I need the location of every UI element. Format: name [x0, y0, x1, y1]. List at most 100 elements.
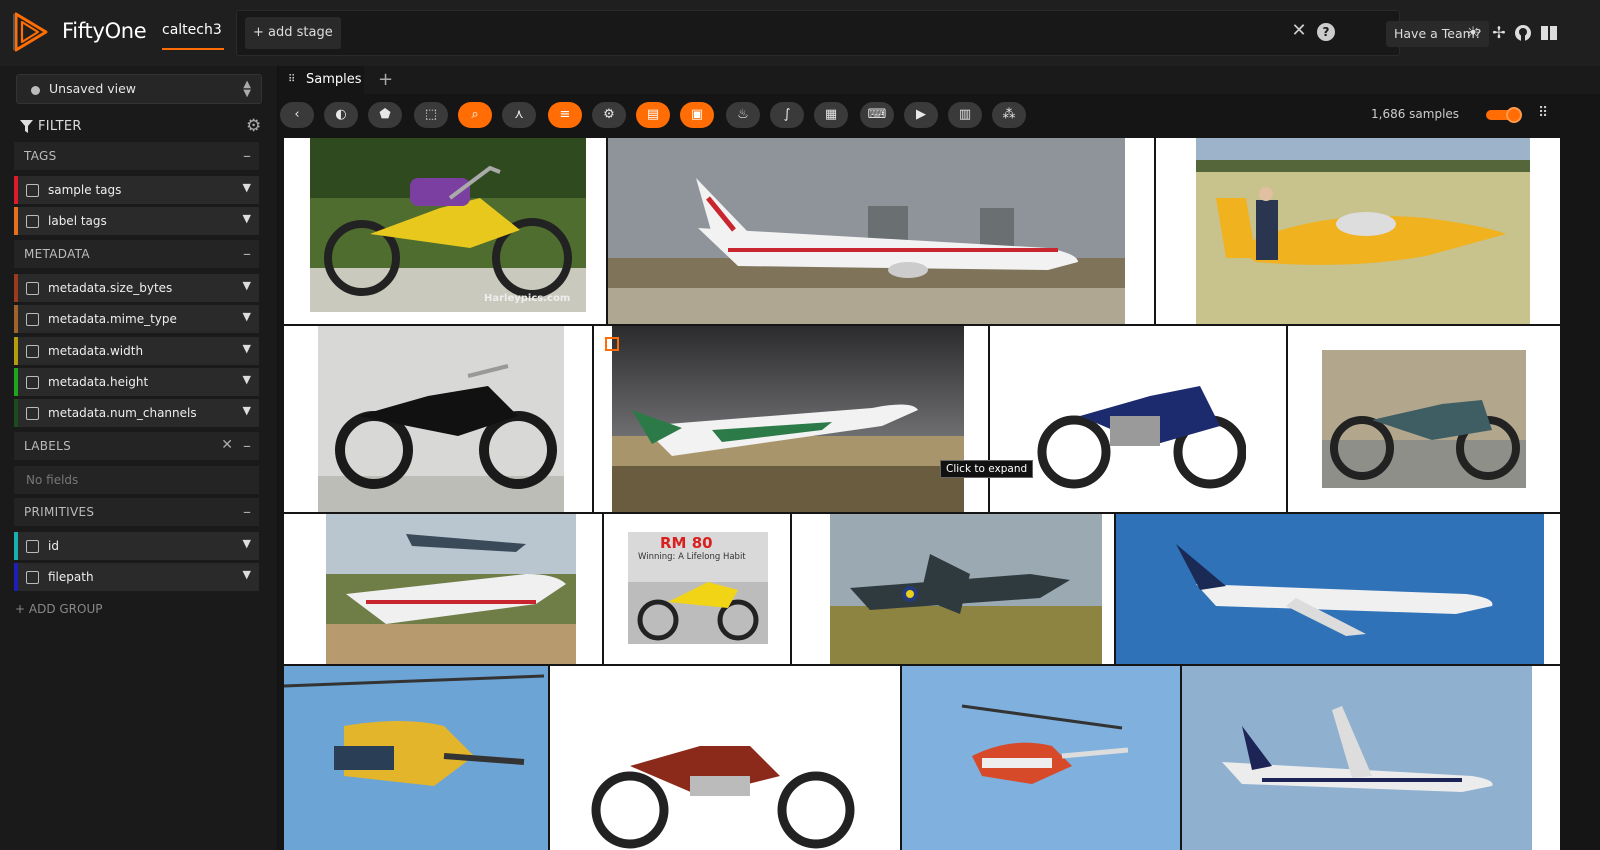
- checkbox[interactable]: [26, 376, 39, 389]
- sample-tile[interactable]: [1156, 138, 1560, 324]
- sample-tile[interactable]: [1288, 326, 1560, 512]
- brand-name: FiftyOne: [62, 19, 147, 43]
- dataset-selector[interactable]: caltech3: [162, 22, 222, 38]
- scatter-icon[interactable]: ⁂: [992, 102, 1026, 128]
- grid-zoom-toggle[interactable]: [1486, 107, 1522, 123]
- table-icon[interactable]: ▦: [814, 102, 848, 128]
- sample-tile[interactable]: [608, 138, 1154, 324]
- collapse-icon[interactable]: –: [243, 436, 251, 455]
- sample-tile[interactable]: [594, 326, 988, 512]
- collapse-icon[interactable]: –: [243, 244, 251, 263]
- image-sort-icon[interactable]: ▤: [636, 102, 670, 128]
- group-labels[interactable]: LABELS ✕ –: [14, 432, 259, 460]
- field-id[interactable]: id ▼: [14, 532, 259, 560]
- checkbox[interactable]: [26, 540, 39, 553]
- close-icon[interactable]: ✕: [1289, 21, 1309, 41]
- color-strip: [14, 305, 18, 333]
- helicopter-image: [284, 666, 548, 850]
- video-icon[interactable]: ▶: [904, 102, 938, 128]
- field-filepath[interactable]: filepath ▼: [14, 563, 259, 591]
- tag-icon[interactable]: ⬟: [368, 102, 402, 128]
- chevron-down-icon[interactable]: ▼: [243, 310, 251, 323]
- color-strip: [14, 207, 18, 235]
- color-palette-icon[interactable]: ◐: [324, 102, 358, 128]
- chevron-down-icon[interactable]: ▼: [243, 181, 251, 194]
- group-metadata[interactable]: METADATA –: [14, 240, 259, 268]
- field-metadata-num-channels[interactable]: metadata.num_channels ▼: [14, 399, 259, 427]
- group-label: TAGS: [24, 149, 57, 163]
- curve-icon[interactable]: ∫: [770, 102, 804, 128]
- slack-icon[interactable]: ✢: [1490, 24, 1508, 42]
- sample-tile[interactable]: RM 80 Winning: A Lifelong Habit: [604, 514, 790, 664]
- back-chevron-icon[interactable]: ‹: [280, 102, 314, 128]
- sample-tile[interactable]: [902, 666, 1180, 850]
- checkbox[interactable]: [26, 313, 39, 326]
- field-label: metadata.height: [48, 375, 149, 389]
- settings-gear-icon[interactable]: ⚙: [592, 102, 626, 128]
- chevron-down-icon[interactable]: ▼: [243, 568, 251, 581]
- add-tab-icon[interactable]: +: [378, 69, 393, 90]
- group-label: METADATA: [24, 247, 90, 261]
- checkbox[interactable]: [26, 407, 39, 420]
- fiftyone-logo-icon[interactable]: [12, 12, 50, 52]
- field-metadata-mime-type[interactable]: metadata.mime_type ▼: [14, 305, 259, 333]
- chevron-down-icon[interactable]: ▼: [243, 373, 251, 386]
- checkbox[interactable]: [26, 215, 39, 228]
- field-metadata-size-bytes[interactable]: metadata.size_bytes ▼: [14, 274, 259, 302]
- field-label: sample tags: [48, 183, 122, 197]
- sample-tile[interactable]: [990, 326, 1286, 512]
- checkbox[interactable]: [26, 184, 39, 197]
- view-bar[interactable]: + add stage ✕ ?: [236, 10, 1400, 56]
- sample-tile[interactable]: Harleypics.com: [284, 138, 606, 324]
- sport-motorcycle-image: [1030, 346, 1246, 496]
- field-metadata-height[interactable]: metadata.height ▼: [14, 368, 259, 396]
- sample-tile[interactable]: [284, 514, 602, 664]
- warbird-image: [830, 514, 1102, 664]
- merge-icon[interactable]: ⋏: [502, 102, 536, 128]
- collapse-icon[interactable]: –: [243, 146, 251, 165]
- toggle-knob[interactable]: [1506, 107, 1522, 123]
- field-metadata-width[interactable]: metadata.width ▼: [14, 337, 259, 365]
- checkbox[interactable]: [26, 345, 39, 358]
- sample-tile[interactable]: [550, 666, 900, 850]
- search-icon[interactable]: ⌕: [458, 102, 492, 128]
- github-icon[interactable]: [1514, 24, 1532, 42]
- group-tags[interactable]: TAGS –: [14, 142, 259, 170]
- checkbox[interactable]: [26, 571, 39, 584]
- sun-icon[interactable]: ☀: [1464, 24, 1482, 42]
- brain-icon[interactable]: ♨: [726, 102, 760, 128]
- select-icon[interactable]: ⬚: [414, 102, 448, 128]
- jumbo-jet-image: [612, 326, 964, 512]
- no-fields-text: No fields: [26, 473, 79, 487]
- tab-samples[interactable]: ⠿ Samples: [278, 66, 364, 94]
- chevron-down-icon[interactable]: ▼: [243, 342, 251, 355]
- saved-view-selector[interactable]: Unsaved view ▲ ▼: [16, 74, 262, 104]
- docs-icon[interactable]: [1540, 24, 1558, 42]
- help-icon[interactable]: ?: [1317, 23, 1335, 41]
- collapse-icon[interactable]: –: [243, 502, 251, 521]
- chevron-down-icon[interactable]: ▼: [243, 537, 251, 550]
- add-stage-button[interactable]: + add stage: [245, 17, 341, 49]
- motorcycle-image: [310, 138, 586, 312]
- sample-tile[interactable]: [284, 666, 548, 850]
- grid-view-icon[interactable]: ⠿: [1538, 105, 1548, 121]
- checkbox[interactable]: [26, 282, 39, 295]
- chevron-down-icon[interactable]: ▼: [243, 212, 251, 225]
- chevron-down-icon[interactable]: ▼: [243, 279, 251, 292]
- sample-tile[interactable]: [1116, 514, 1560, 664]
- close-icon[interactable]: ✕: [221, 437, 233, 453]
- image-search-icon[interactable]: ▣: [680, 102, 714, 128]
- group-primitives[interactable]: PRIMITIVES –: [14, 498, 259, 526]
- sample-tile[interactable]: [284, 326, 592, 512]
- sample-tile[interactable]: [1182, 666, 1560, 850]
- keyboard-icon[interactable]: ⌨: [860, 102, 894, 128]
- sample-tile[interactable]: [792, 514, 1114, 664]
- add-group-button[interactable]: + ADD GROUP: [15, 602, 102, 616]
- bar-chart-icon[interactable]: ▥: [948, 102, 982, 128]
- field-label-tags[interactable]: label tags ▼: [14, 207, 259, 235]
- chevron-down-icon[interactable]: ▼: [243, 404, 251, 417]
- settings-gear-icon[interactable]: ⚙: [246, 116, 261, 136]
- list-icon[interactable]: ≡: [548, 102, 582, 128]
- field-sample-tags[interactable]: sample tags ▼: [14, 176, 259, 204]
- select-checkbox[interactable]: [605, 337, 619, 351]
